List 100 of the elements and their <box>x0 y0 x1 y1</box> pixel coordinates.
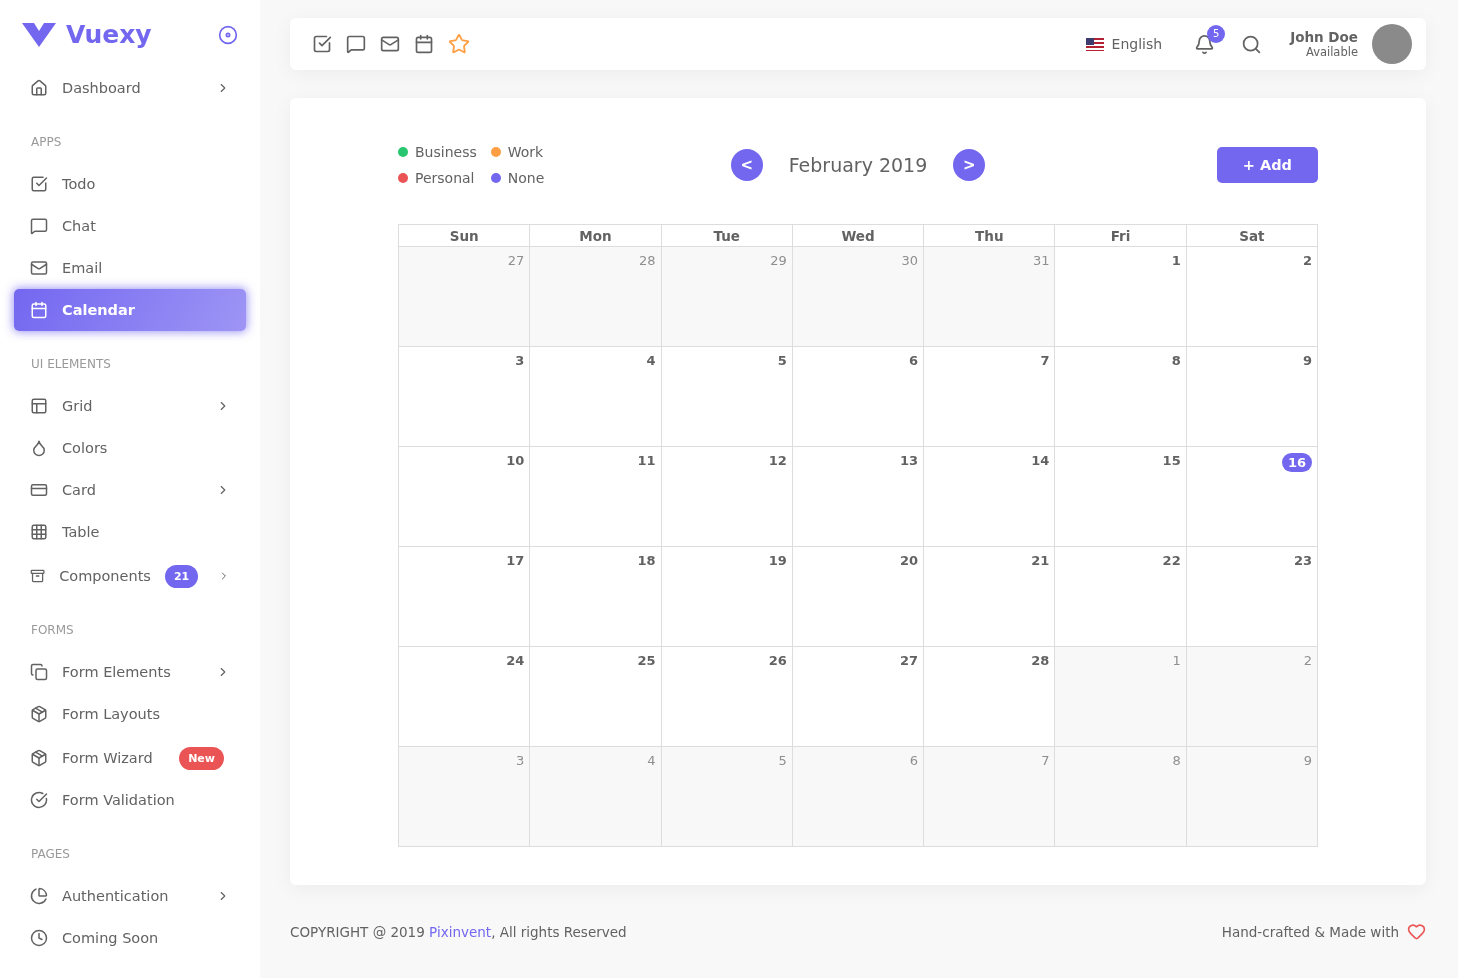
day-cell[interactable]: 25 <box>530 647 662 748</box>
sidebar-item[interactable]: Dashboard <box>14 67 246 109</box>
day-cell[interactable]: 27 <box>792 647 925 748</box>
sidebar-item[interactable]: Form Elements <box>14 651 246 693</box>
sidebar-item[interactable]: Card <box>14 469 246 511</box>
day-number: 7 <box>1041 753 1050 769</box>
day-number: 30 <box>901 253 919 269</box>
day-cell[interactable]: 4 <box>530 747 662 848</box>
day-cell[interactable]: 5 <box>661 347 793 448</box>
credit-text: Hand-crafted & Made with <box>1221 923 1399 940</box>
day-number: 14 <box>1031 453 1050 469</box>
next-button[interactable]: > <box>953 149 986 182</box>
day-cell[interactable]: 3 <box>399 347 531 448</box>
legend-item: Business <box>398 144 477 161</box>
sidebar-item[interactable]: Coming Soon <box>14 917 246 959</box>
sidebar-item[interactable]: Form Layouts <box>14 693 246 735</box>
day-cell[interactable]: 3 <box>399 747 531 848</box>
day-number: 19 <box>768 553 787 569</box>
day-cell[interactable]: 8 <box>1055 347 1187 448</box>
day-cell[interactable]: 23 <box>1186 547 1318 648</box>
day-number: 31 <box>1032 253 1050 269</box>
previous-button[interactable]: < <box>730 149 763 182</box>
sidebar-item[interactable]: Email <box>14 247 246 289</box>
sidebar-item[interactable]: Table <box>14 511 246 553</box>
day-cell[interactable]: 1 <box>1055 247 1187 348</box>
star-icon[interactable] <box>448 33 470 56</box>
day-cell[interactable]: 21 <box>924 547 1056 648</box>
avatar[interactable] <box>1372 24 1412 65</box>
day-cell[interactable]: 17 <box>399 547 531 648</box>
legend-item: Work <box>490 144 545 161</box>
email-icon[interactable] <box>380 34 400 55</box>
day-cell[interactable]: 9 <box>1186 747 1318 848</box>
day-number: 2 <box>1303 653 1312 669</box>
toggle-icon[interactable] <box>218 24 238 45</box>
day-number: 16 <box>1281 453 1312 473</box>
day-cell[interactable]: 16 <box>1186 447 1318 548</box>
day-cell[interactable]: 24 <box>399 647 531 748</box>
day-number: 7 <box>1040 353 1050 369</box>
day-cell[interactable]: 26 <box>661 647 793 748</box>
day-cell[interactable]: 18 <box>530 547 662 648</box>
day-cell[interactable]: 30 <box>792 247 925 348</box>
sidebar-item[interactable]: Chat <box>14 205 246 247</box>
menu-icon <box>30 663 48 681</box>
day-cell[interactable]: 22 <box>1055 547 1187 648</box>
day-number: 6 <box>909 353 919 369</box>
day-number: 27 <box>900 653 919 669</box>
day-cell[interactable]: 8 <box>1055 747 1187 848</box>
day-cell[interactable]: 19 <box>661 547 793 648</box>
day-cell[interactable]: 14 <box>924 447 1056 548</box>
sidebar-item[interactable]: Colors <box>14 427 246 469</box>
day-number: 1 <box>1171 253 1181 269</box>
sidebar-item[interactable]: Calendar <box>14 289 246 331</box>
day-cell[interactable]: 9 <box>1186 347 1318 448</box>
chat-icon[interactable] <box>346 34 366 55</box>
sidebar-item[interactable]: Form Validation <box>14 779 246 821</box>
day-cell[interactable]: 10 <box>399 447 531 548</box>
add-button[interactable]: + Add <box>1216 147 1318 184</box>
day-cell[interactable]: 7 <box>924 347 1056 448</box>
day-cell[interactable]: 6 <box>792 747 925 848</box>
day-cell[interactable]: 11 <box>530 447 662 548</box>
user-name: John Doe <box>1290 29 1358 46</box>
day-cell[interactable]: 15 <box>1055 447 1187 548</box>
sidebar-item[interactable]: Form Wizard New <box>14 737 246 779</box>
day-cell[interactable]: 20 <box>792 547 925 648</box>
day-number: 6 <box>909 753 919 769</box>
day-number: 12 <box>768 453 787 469</box>
calendar-icon[interactable] <box>414 34 434 55</box>
day-cell[interactable]: 2 <box>1186 247 1318 348</box>
day-number: 13 <box>900 453 919 469</box>
day-cell[interactable]: 29 <box>661 247 793 348</box>
badge: New <box>179 746 224 770</box>
day-cell[interactable]: 13 <box>792 447 925 548</box>
day-number: 29 <box>770 253 787 269</box>
day-cell[interactable]: 28 <box>924 647 1056 748</box>
menu-icon <box>30 439 48 457</box>
menu-icon <box>30 749 48 767</box>
day-cell[interactable]: 12 <box>661 447 793 548</box>
day-number: 9 <box>1302 353 1312 369</box>
section-header: UI ELEMENTS <box>30 356 112 373</box>
heart-icon <box>1407 922 1426 942</box>
day-number: 21 <box>1031 553 1050 569</box>
day-cell[interactable]: 6 <box>792 347 925 448</box>
sidebar-item[interactable]: Authentication <box>14 875 246 917</box>
day-number: 17 <box>506 553 525 569</box>
language-selector[interactable]: English <box>1079 35 1169 54</box>
day-number: 3 <box>515 353 525 369</box>
search-icon[interactable] <box>1241 33 1263 55</box>
day-number: 3 <box>516 753 525 769</box>
menu-icon <box>30 523 48 541</box>
day-number: 1 <box>1172 653 1181 669</box>
day-cell[interactable]: 4 <box>530 347 662 448</box>
sidebar-item[interactable]: Grid <box>14 385 246 427</box>
day-cell[interactable]: 28 <box>530 247 662 348</box>
sidebar-item[interactable]: Components 21 <box>14 555 246 597</box>
sidebar-item[interactable]: Todo <box>14 163 246 205</box>
legend-item: None <box>490 170 545 187</box>
notification-count: 5 <box>1207 24 1226 43</box>
todo-icon[interactable] <box>312 34 332 55</box>
company-link[interactable]: Pixinvent <box>429 923 492 940</box>
legend-item: Personal <box>398 170 477 187</box>
